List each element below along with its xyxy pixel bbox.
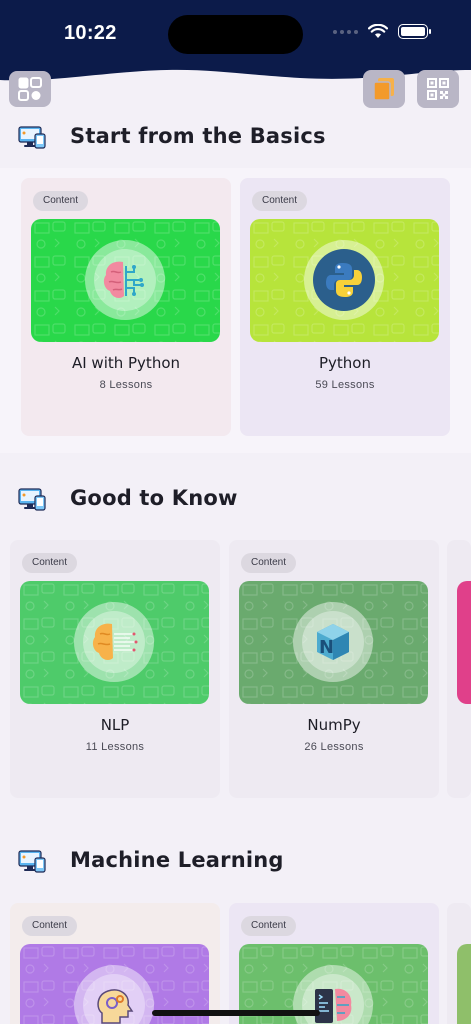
course-card-peek[interactable]: [447, 540, 471, 798]
course-thumbnail: N: [239, 581, 428, 704]
content-badge: Content: [241, 916, 297, 936]
course-card-numpy[interactable]: Content N NumPy 26 Lessons: [229, 540, 439, 798]
course-thumbnail: [31, 219, 220, 342]
svg-text:N: N: [319, 637, 334, 658]
section-header-basics: [18, 125, 46, 151]
lesson-count: 11 Lessons: [85, 741, 145, 753]
course-card-ml-2[interactable]: Content: [229, 903, 439, 1024]
content-badge: Content: [33, 191, 89, 211]
content-badge: Content: [22, 916, 78, 936]
status-time: 10:22: [64, 22, 117, 44]
course-card-nlp[interactable]: Content NLP 11 Lessons: [10, 540, 220, 798]
numpy-logo-icon: N: [317, 624, 349, 660]
devices-icon: [18, 850, 46, 873]
course-card-peek[interactable]: [447, 903, 471, 1024]
home-indicator[interactable]: [152, 1010, 320, 1016]
course-card-ml-1[interactable]: Content: [10, 903, 220, 1024]
course-card-python[interactable]: Content Python 59 Lessons: [240, 178, 450, 436]
content-badge: Content: [22, 553, 78, 573]
lesson-count: 26 Lessons: [304, 741, 364, 753]
course-thumbnail: [250, 219, 439, 342]
course-card-ai-with-python[interactable]: Content AI with Python 8 Lessons: [21, 178, 231, 436]
cellular-signal-icon: [333, 29, 358, 34]
devices-icon: [18, 126, 46, 149]
section-title: Machine Learning: [70, 848, 284, 872]
status-icons: [333, 24, 431, 39]
lesson-count: 59 Lessons: [315, 379, 375, 391]
devices-icon: [18, 488, 46, 511]
section-header-machine-learning: [18, 849, 46, 875]
lesson-count: 8 Lessons: [99, 379, 153, 391]
section-title: Good to Know: [70, 486, 238, 510]
dashboard-grid-icon: [18, 77, 42, 101]
wifi-icon: [368, 24, 388, 38]
dashboard-button[interactable]: [9, 71, 51, 107]
battery-icon: [398, 24, 431, 39]
course-thumbnail: [20, 581, 209, 704]
brain-circuit-icon: [103, 261, 144, 299]
nlp-brain-icon: [92, 623, 138, 661]
qr-scan-button[interactable]: [417, 70, 459, 108]
section-header-good-to-know: [18, 487, 46, 513]
dynamic-island: [168, 15, 303, 54]
course-name: NLP: [100, 716, 130, 734]
python-logo-icon: [326, 263, 362, 297]
library-books-icon: [373, 78, 394, 101]
content-badge: Content: [241, 553, 297, 573]
head-gears-icon: [97, 989, 134, 1024]
qr-code-icon: [427, 78, 449, 100]
content-badge: Content: [252, 191, 308, 211]
library-button[interactable]: [363, 70, 405, 108]
code-brain-icon: [315, 988, 352, 1023]
section-title: Start from the Basics: [70, 124, 326, 148]
course-name: Python: [319, 354, 371, 372]
course-name: AI with Python: [71, 354, 181, 372]
course-name: NumPy: [307, 716, 361, 734]
